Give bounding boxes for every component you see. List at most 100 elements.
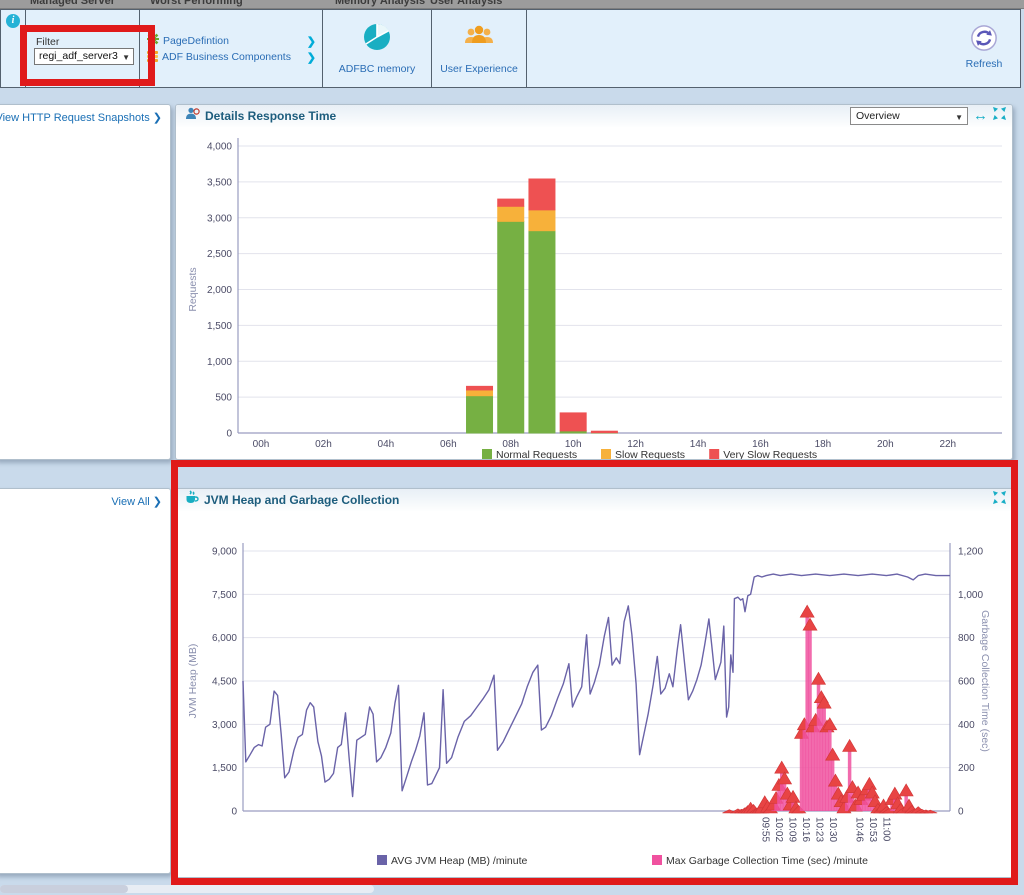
refresh-icon [970,24,998,52]
java-cup-icon [184,490,199,510]
dashboard-page: Managed Server Worst Performing Memory A… [0,0,1024,895]
adf-business-components-link[interactable]: ADF Business Components [162,51,303,63]
svg-text:400: 400 [958,720,975,731]
svg-text:10:30: 10:30 [827,817,838,842]
svg-text:0: 0 [958,807,964,818]
jvm-heap-chart: 0 1,500 3,000 4,500 6,000 7,500 9,000 0 200 400 60… [182,511,1006,877]
jvm-heap-header: JVM Heap and Garbage Collection [176,489,1012,511]
svg-text:Normal Requests: Normal Requests [496,449,577,460]
svg-text:10:09: 10:09 [787,817,798,842]
overview-dropdown-value: Overview [856,110,900,122]
user-experience-button[interactable]: User Experience [432,10,527,87]
jvm-heap-panel: JVM Heap and Garbage Collection 0 1,500 3,… [175,488,1013,878]
svg-text:06h: 06h [440,439,457,450]
svg-text:1,000: 1,000 [207,357,232,368]
filter-section: Filter regi_adf_server3 ▼ [26,10,140,87]
horizontal-scrollbar-thumb[interactable] [0,885,128,893]
svg-text:02h: 02h [315,439,332,450]
response-time-chart: 0 500 1,000 1,500 2,000 2,500 3,000 3,500 4,000 0… [182,127,1006,460]
info-icon[interactable]: i [6,14,20,28]
svg-text:Garbage Collection Time (sec): Garbage Collection Time (sec) [979,610,991,752]
maximize-icon[interactable] [993,107,1006,125]
worst-performing-section: PageDefintion ❯ ADF Business Components … [140,10,323,87]
overview-dropdown[interactable]: Overview ▼ [850,107,968,125]
svg-text:Requests: Requests [187,267,199,311]
svg-text:2,000: 2,000 [207,285,232,296]
svg-text:00h: 00h [253,439,270,450]
horizontal-scrollbar-track[interactable] [0,885,374,893]
user-experience-label: User Experience [432,63,526,75]
filter-label: Filter [36,36,59,48]
svg-text:3,000: 3,000 [212,720,237,731]
chevron-right-icon[interactable]: ❯ [307,35,316,48]
svg-text:0: 0 [226,429,232,440]
svg-text:600: 600 [958,677,975,688]
svg-text:500: 500 [215,393,232,404]
svg-text:09:55: 09:55 [760,817,771,842]
svg-text:10:23: 10:23 [813,817,824,842]
svg-text:1,500: 1,500 [212,763,237,774]
list-icon [147,51,158,63]
person-monitor-icon [184,107,200,126]
jvm-heap-title: JVM Heap and Garbage Collection [204,493,399,507]
strip-label-memory-analysis: Memory Analysis [335,0,425,7]
chevron-down-icon: ▼ [955,110,963,126]
svg-text:200: 200 [958,763,975,774]
swap-axes-icon[interactable]: ↔ [973,109,988,123]
svg-text:7,500: 7,500 [212,590,237,601]
gear-icon [147,32,159,50]
maximize-icon[interactable] [993,491,1006,509]
svg-text:6,000: 6,000 [212,633,237,644]
svg-text:800: 800 [958,633,975,644]
toolbar: i Filter regi_adf_server3 ▼ PageDefintio… [0,9,1021,88]
adfbc-memory-button[interactable]: ADFBC memory [323,10,432,87]
svg-text:10:02: 10:02 [773,817,784,842]
svg-text:0: 0 [231,807,237,818]
view-http-request-snapshots-link[interactable]: View HTTP Request Snapshots ❯ [0,111,162,124]
toolbar-info-column: i [1,10,26,87]
svg-text:10:16: 10:16 [800,817,811,842]
svg-text:1,000: 1,000 [958,590,983,601]
svg-text:14h: 14h [690,439,707,450]
chevron-right-icon[interactable]: ❯ [307,51,316,64]
top-header-strip: Managed Server Worst Performing Memory A… [0,0,1024,9]
svg-text:1,200: 1,200 [958,547,983,558]
svg-text:20h: 20h [877,439,894,450]
adfbc-memory-label: ADFBC memory [323,63,431,75]
filter-dropdown[interactable]: regi_adf_server3 ▼ [34,48,134,65]
http-snapshots-panel: View HTTP Request Snapshots ❯ [0,104,171,460]
refresh-button[interactable]: Refresh [962,24,1006,70]
svg-text:1,500: 1,500 [207,321,232,332]
svg-text:04h: 04h [378,439,395,450]
svg-text:10:53: 10:53 [867,817,878,842]
svg-text:4,000: 4,000 [207,142,232,153]
svg-text:10:46: 10:46 [854,817,865,842]
pie-chart-icon [361,21,393,58]
svg-text:JVM Heap (MB): JVM Heap (MB) [187,644,199,719]
strip-label-managed-server: Managed Server [30,0,115,7]
details-response-time-panel: Details Response Time Overview ▼ ↔ 0 500 1… [175,104,1013,460]
svg-text:3,000: 3,000 [207,213,232,224]
svg-text:AVG JVM Heap (MB) /minute: AVG JVM Heap (MB) /minute [391,855,528,867]
svg-text:2,500: 2,500 [207,249,232,260]
details-response-time-header: Details Response Time Overview ▼ ↔ [176,105,1012,127]
svg-text:Max Garbage Collection Time (s: Max Garbage Collection Time (sec) /minut… [666,855,868,867]
details-response-time-title: Details Response Time [205,109,336,123]
filter-dropdown-value: regi_adf_server3 [39,50,118,62]
svg-text:4,500: 4,500 [212,677,237,688]
chevron-down-icon: ▼ [122,50,130,65]
svg-text:Very Slow Requests: Very Slow Requests [723,449,817,460]
svg-text:Slow Requests: Slow Requests [615,449,685,460]
users-icon [462,21,496,56]
refresh-label: Refresh [962,58,1006,70]
svg-text:9,000: 9,000 [212,547,237,558]
svg-text:11:00: 11:00 [881,817,892,842]
svg-text:3,500: 3,500 [207,177,232,188]
toolbar-spacer: Refresh [527,10,1020,87]
view-all-link[interactable]: View All ❯ [111,495,162,508]
strip-label-worst-performing: Worst Performing [150,0,243,7]
svg-text:22h: 22h [939,439,956,450]
pagedefinition-link[interactable]: PageDefintion [163,35,303,47]
view-all-panel: View All ❯ [0,488,171,874]
strip-label-user-analysis: User Analysis [430,0,502,7]
